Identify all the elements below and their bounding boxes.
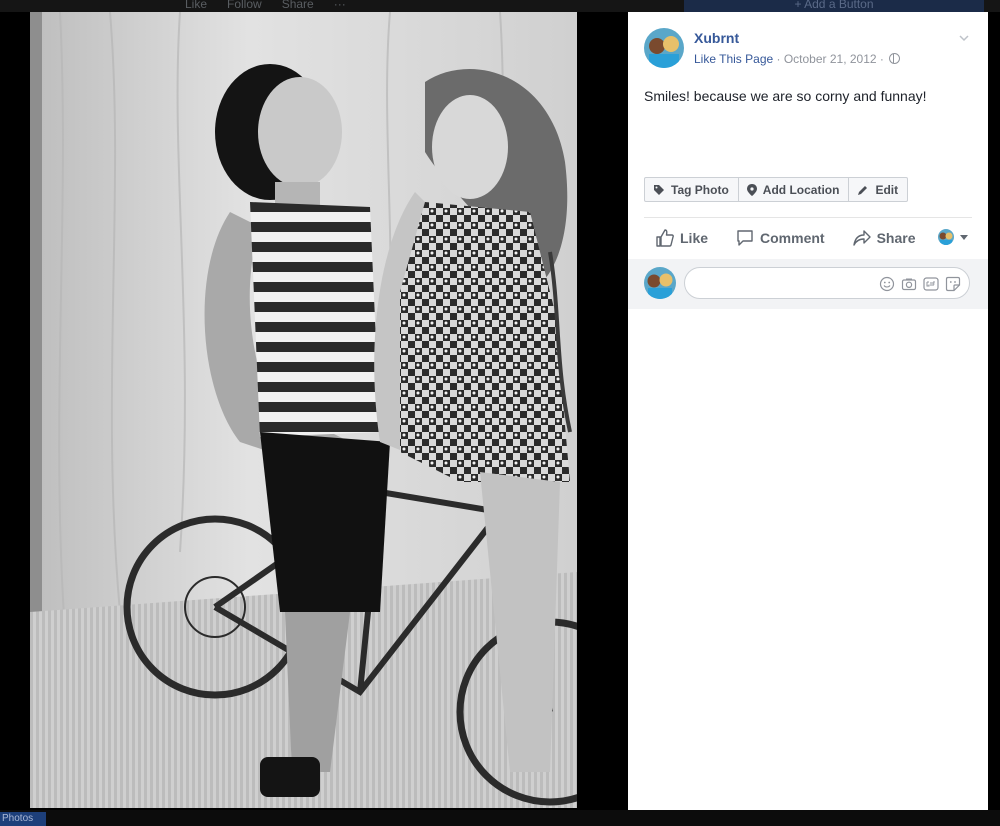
background-like-button[interactable]: Like bbox=[185, 0, 207, 11]
emoji-icon[interactable] bbox=[879, 276, 895, 292]
thumbs-up-icon bbox=[656, 229, 674, 247]
background-footer-tab[interactable]: Photos bbox=[0, 812, 46, 826]
background-page-actions: Like Follow Share ··· bbox=[185, 0, 346, 11]
add-location-label: Add Location bbox=[762, 182, 840, 197]
small-avatar-image bbox=[938, 229, 954, 245]
background-more-button[interactable]: ··· bbox=[334, 0, 346, 11]
background-follow-button[interactable]: Follow bbox=[227, 0, 262, 11]
meta-separator-2: · bbox=[876, 52, 888, 66]
background-add-button[interactable]: + Add a Button bbox=[684, 0, 984, 12]
post-date[interactable]: October 21, 2012 bbox=[784, 52, 877, 66]
caret-down-icon bbox=[960, 234, 968, 240]
avatar-image bbox=[644, 28, 684, 68]
comment-bubble-icon bbox=[737, 230, 753, 246]
meta-separator: · bbox=[773, 52, 784, 66]
post-detail-panel: Xubrnt Like This Page · October 21, 2012… bbox=[628, 12, 988, 810]
tag-icon bbox=[654, 184, 664, 195]
background-share-button[interactable]: Share bbox=[282, 0, 314, 11]
location-pin-icon bbox=[746, 183, 757, 196]
globe-icon bbox=[889, 53, 901, 64]
comment-button[interactable]: Comment bbox=[736, 229, 825, 247]
edit-label: Edit bbox=[875, 182, 899, 197]
background-page-footer bbox=[0, 810, 1000, 826]
comment-input[interactable] bbox=[684, 267, 970, 299]
tag-photo-label: Tag Photo bbox=[671, 182, 729, 197]
post-photo[interactable] bbox=[30, 12, 577, 808]
photo-image bbox=[30, 12, 577, 808]
post-caption: Smiles! because we are so corny and funn… bbox=[644, 88, 927, 104]
sticker-icon[interactable] bbox=[945, 276, 961, 292]
like-page-link[interactable]: Like This Page bbox=[694, 52, 773, 66]
comment-composer bbox=[628, 259, 988, 309]
share-button[interactable]: Share bbox=[852, 229, 916, 247]
share-arrow-icon bbox=[852, 230, 871, 246]
gif-icon[interactable] bbox=[923, 276, 939, 292]
camera-icon[interactable] bbox=[901, 276, 917, 292]
reaction-identity-picker[interactable] bbox=[938, 229, 968, 245]
pencil-icon bbox=[858, 185, 868, 195]
add-location-button[interactable]: Add Location bbox=[737, 177, 850, 202]
like-button[interactable]: Like bbox=[656, 229, 708, 247]
page-avatar[interactable] bbox=[644, 28, 684, 68]
edit-button[interactable]: Edit bbox=[848, 177, 909, 202]
small-avatar bbox=[938, 229, 954, 245]
post-header: Xubrnt Like This Page · October 21, 2012… bbox=[644, 28, 974, 72]
page-name-link[interactable]: Xubrnt bbox=[694, 30, 739, 46]
photo-tag-bar: Tag Photo Add Location Edit bbox=[644, 177, 909, 202]
photo-stage bbox=[20, 12, 628, 810]
post-actions: Like Comment Share bbox=[644, 218, 972, 258]
chevron-down-icon[interactable] bbox=[958, 32, 970, 44]
commenter-avatar-image bbox=[644, 267, 676, 299]
share-label: Share bbox=[876, 230, 916, 246]
tag-photo-button[interactable]: Tag Photo bbox=[644, 177, 739, 202]
like-label: Like bbox=[680, 230, 709, 246]
post-meta: Like This Page · October 21, 2012 · bbox=[694, 52, 901, 66]
comment-input-icons bbox=[879, 276, 961, 292]
commenter-avatar bbox=[644, 267, 676, 299]
comment-label: Comment bbox=[760, 230, 825, 246]
